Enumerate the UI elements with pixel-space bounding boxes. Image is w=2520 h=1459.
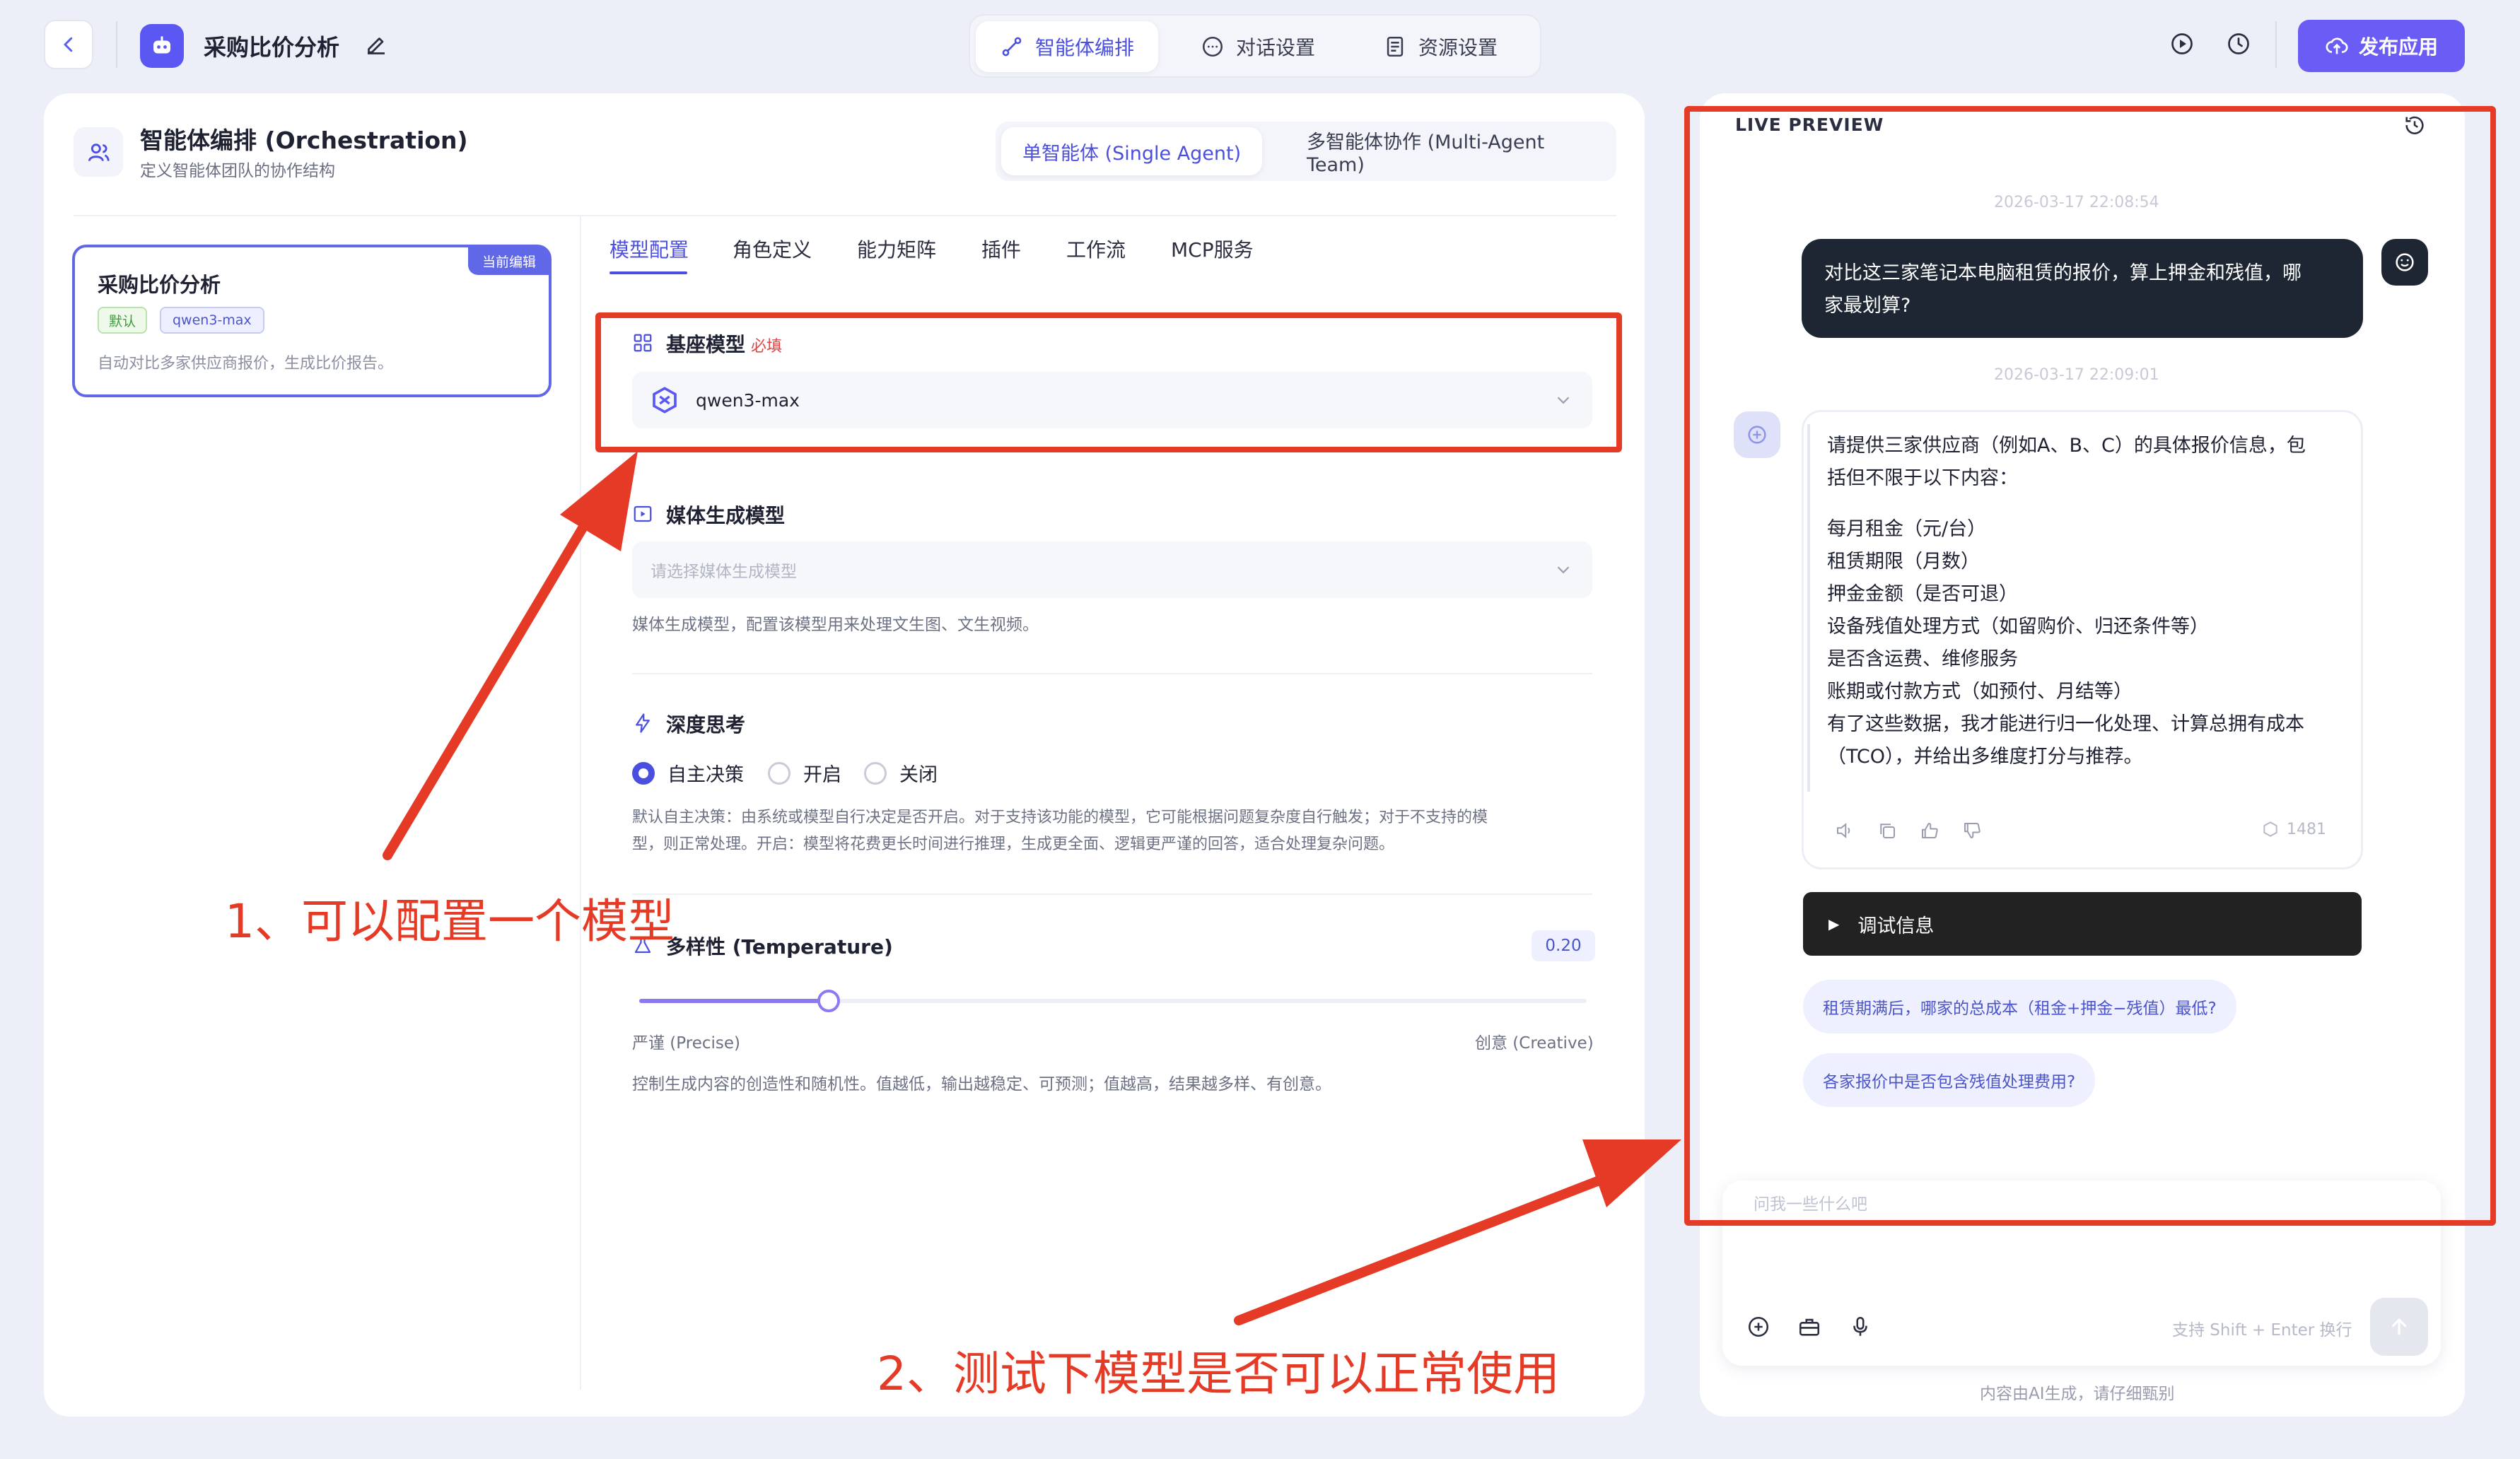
tab-capability-matrix[interactable]: 能力矩阵 [857,235,936,263]
send-button[interactable] [2370,1298,2428,1356]
edit-title-icon[interactable] [363,31,389,57]
video-icon [632,503,653,525]
tab-label: 资源设置 [1418,36,1498,59]
chevron-down-icon [1557,566,1570,574]
agent-mode-toggle: 单智能体 (Single Agent) 多智能体协作 (Multi-Agent … [996,122,1616,181]
deep-thinking-help-1: 默认自主决策：由系统或模型自行决定是否开启。对于支持该功能的模型，它可能根据问题… [632,809,1488,826]
publish-label: 发布应用 [2358,35,2438,59]
section-title: 智能体编排 (Orchestration) [140,127,468,154]
divider [632,893,1592,895]
agent-card-description: 自动对比多家供应商报价，生成比价报告。 [98,355,394,373]
radio-auto[interactable]: 自主决策 [632,759,744,787]
mode-multi-agent[interactable]: 多智能体协作 (Multi-Agent Team) [1285,127,1616,176]
tab-label: 对话设置 [1236,36,1316,59]
robot-icon [140,24,184,68]
creative-label: 创意 (Creative) [1475,1034,1594,1053]
run-icon[interactable] [2169,31,2195,57]
agent-card-title: 采购比价分析 [98,273,221,297]
topbar-divider [2275,21,2277,68]
temperature-value: 0.20 [1532,930,1595,961]
chat-icon [1202,36,1223,57]
mode-single-agent[interactable]: 单智能体 (Single Agent) [1001,127,1263,175]
radio-button [864,761,887,785]
tab-label: 智能体编排 [1035,36,1135,59]
temperature-title: 多样性 (Temperature) [666,935,893,959]
radio-button [632,761,655,785]
tab-role-definition[interactable]: 角色定义 [733,235,812,263]
microphone-icon[interactable] [1848,1315,1872,1339]
radio-label: 关闭 [899,764,938,786]
radio-label: 开启 [803,764,841,786]
model-tag: qwen3-max [160,307,264,334]
tab-workflow[interactable]: 工作流 [1066,235,1126,263]
default-tag: 默认 [98,307,148,334]
tab-chat-settings[interactable]: 对话设置 [1177,21,1339,72]
tab-orchestration[interactable]: 智能体编排 [976,21,1159,72]
topbar-divider [116,21,117,68]
radio-off[interactable]: 关闭 [864,759,938,787]
top-tabs: 智能体编排 对话设置 资源设置 [969,14,1541,78]
divider [74,215,1616,216]
section-subtitle: 定义智能体团队的协作结构 [140,162,335,180]
cloud-upload-icon [2326,37,2348,54]
divider [580,216,581,1390]
tab-mcp-service[interactable]: MCP服务 [1171,235,1254,263]
radio-label: 自主决策 [667,764,744,786]
radio-on[interactable]: 开启 [768,759,841,787]
annotation-box-model [595,312,1622,452]
ai-disclaimer: 内容由AI生成，请仔细甄别 [1980,1385,2175,1403]
chevron-left-icon [64,37,73,52]
temperature-slider-thumb[interactable] [817,990,840,1012]
deep-thinking-title: 深度思考 [666,713,746,737]
users-icon [74,127,123,177]
publish-button[interactable]: 发布应用 [2298,20,2465,72]
deep-thinking-help-2: 型，则正常处理。开启：模型将花费更长时间进行推理，生成更全面、逻辑更严谨的回答，… [632,836,1395,853]
divider [632,673,1592,674]
media-model-placeholder: 请选择媒体生成模型 [651,563,797,581]
tab-model-config[interactable]: 模型配置 [609,235,689,263]
back-button[interactable] [44,20,93,69]
temperature-slider-fill [639,999,829,1003]
document-icon [1387,36,1404,57]
history-icon[interactable] [2226,31,2251,57]
tab-plugins[interactable]: 插件 [981,235,1021,263]
current-edit-badge: 当前编辑 [468,247,550,275]
media-model-select[interactable]: 请选择媒体生成模型 [632,541,1592,598]
shift-enter-hint: 支持 Shift + Enter 换行 [2172,1321,2352,1340]
active-tab-indicator [609,271,687,274]
precise-label: 严谨 (Precise) [632,1034,740,1053]
toolbox-icon[interactable] [1797,1315,1821,1339]
media-model-title: 媒体生成模型 [666,504,786,527]
app-title: 采购比价分析 [204,34,340,61]
tab-resource-settings[interactable]: 资源设置 [1359,21,1522,72]
arrow-up-icon [2391,1318,2407,1335]
radio-button [768,761,791,785]
lightning-icon [632,713,653,734]
media-model-help: 媒体生成模型，配置该模型用来处理文生图、文生视频。 [632,616,1039,634]
annotation-box-preview [1684,106,2496,1226]
link-icon [1002,37,1022,57]
temperature-help: 控制生成内容的创造性和随机性。值越低，输出越稳定、可预测；值越高，结果越多样、有… [632,1075,1331,1094]
add-icon[interactable] [1746,1315,1771,1339]
annotation-note-1: 1、可以配置一个模型 [225,894,675,949]
annotation-note-2: 2、测试下模型是否可以正常使用 [877,1347,1560,1401]
